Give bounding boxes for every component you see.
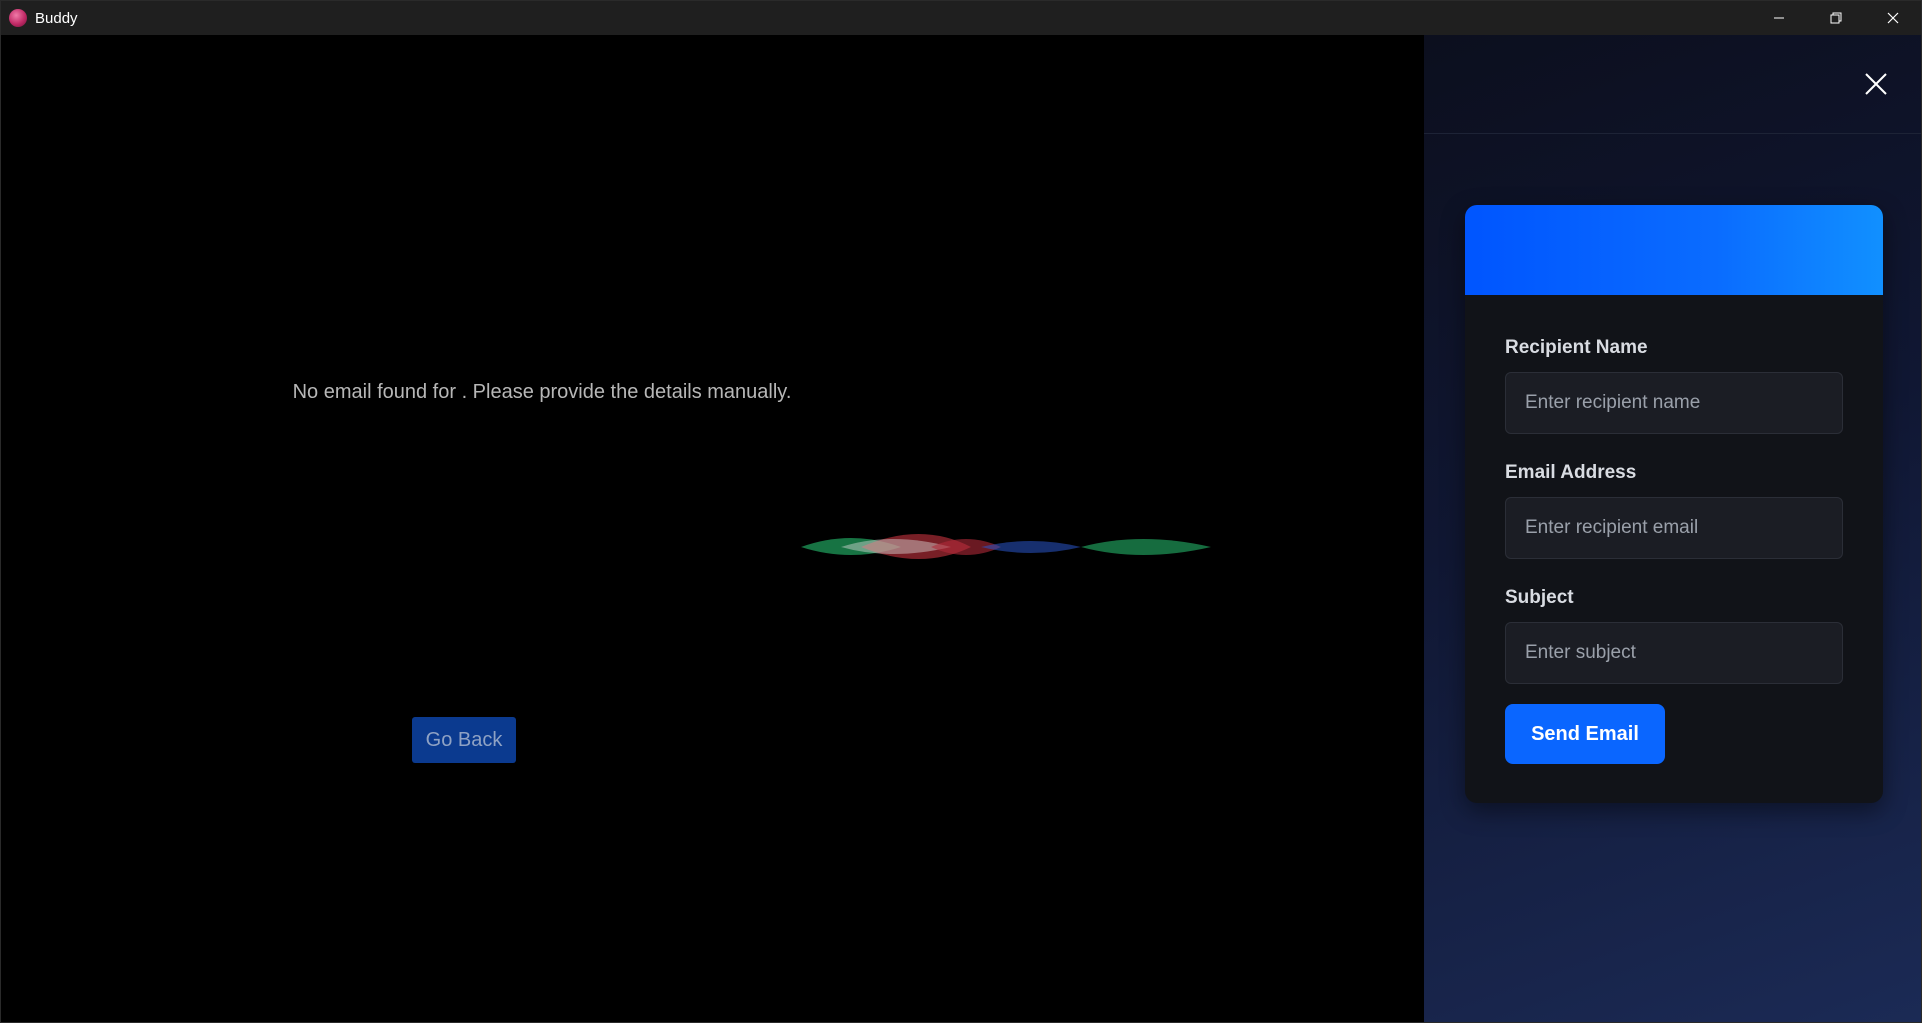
close-panel-button[interactable] <box>1861 69 1891 99</box>
minimize-icon <box>1773 17 1784 19</box>
window-title: Buddy <box>35 9 78 27</box>
buddy-app-icon <box>9 9 27 27</box>
subject-input[interactable] <box>1505 622 1843 684</box>
window-controls <box>1750 1 1921 35</box>
email-address-label: Email Address <box>1505 462 1637 483</box>
go-back-button[interactable]: Go Back <box>412 717 516 763</box>
subject-label: Subject <box>1505 587 1574 608</box>
restore-button[interactable] <box>1807 1 1864 35</box>
assistant-stage: No email found for . Please provide the … <box>1 35 1424 1022</box>
email-side-panel: Recipient Name Email Address Subject Sen… <box>1424 35 1921 1022</box>
recipient-name-input[interactable] <box>1505 372 1843 434</box>
close-icon <box>1887 12 1898 24</box>
card-header-banner <box>1465 205 1883 295</box>
send-email-button[interactable]: Send Email <box>1505 704 1665 764</box>
wave-blue <box>981 541 1081 553</box>
recipient-name-label: Recipient Name <box>1505 337 1648 358</box>
panel-header <box>1424 35 1921 134</box>
email-address-input[interactable] <box>1505 497 1843 559</box>
email-form: Recipient Name Email Address Subject Sen… <box>1465 295 1883 764</box>
status-message-text: No email found for . Please provide the … <box>292 381 792 403</box>
email-form-card: Recipient Name Email Address Subject Sen… <box>1465 205 1883 803</box>
close-window-button[interactable] <box>1864 1 1921 35</box>
voice-waveform <box>441 534 1424 559</box>
app-window: Buddy No email found for . Please provid… <box>0 0 1922 1023</box>
wave-green-right <box>1081 539 1211 555</box>
title-bar: Buddy <box>1 1 1921 35</box>
restore-icon <box>1830 12 1841 24</box>
minimize-button[interactable] <box>1750 1 1807 35</box>
close-icon <box>1865 73 1887 95</box>
